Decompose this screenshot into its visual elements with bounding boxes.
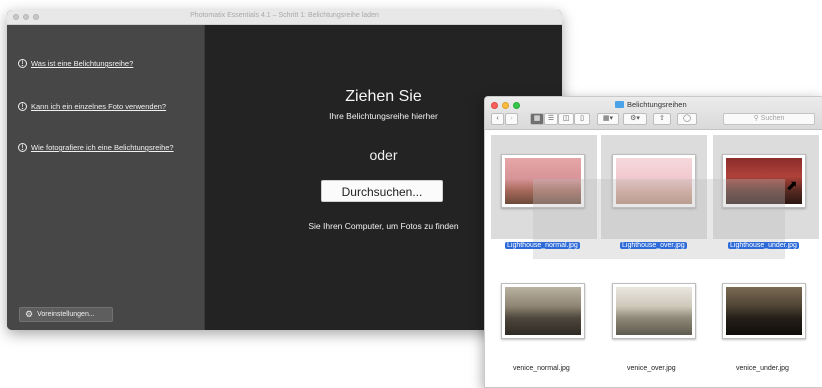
- venice-normal-image: [505, 287, 581, 335]
- photomatix-window: Photomatix Essentials 4.1 – Schritt 1: B…: [7, 10, 562, 330]
- folder-icon: [615, 101, 624, 108]
- help-link-what-is-bracket[interactable]: i Was ist eine Belichtungsreihe?: [18, 59, 133, 68]
- zoom-button[interactable]: [513, 102, 520, 109]
- finder-title: Belichtungsreihen: [615, 100, 687, 109]
- help-link-label: Kann ich ein einzelnes Foto verwenden?: [31, 102, 167, 111]
- coverflow-view-icon[interactable]: ▯: [574, 113, 590, 125]
- file-name[interactable]: Lighthouse_over.jpg: [620, 242, 687, 249]
- preferences-label: Voreinstellungen...: [37, 311, 95, 318]
- window-title: Photomatix Essentials 4.1 – Schritt 1: B…: [190, 12, 379, 19]
- gear-icon: ⚙: [25, 309, 34, 319]
- info-icon: i: [18, 102, 27, 111]
- search-icon: ⚲: [753, 115, 759, 122]
- help-link-label: Wie fotografiere ich eine Belichtungsrei…: [31, 143, 174, 152]
- mouse-cursor-icon: ⬈: [786, 177, 798, 193]
- minimize-button[interactable]: [502, 102, 509, 109]
- browse-button[interactable]: Durchsuchen...: [321, 180, 443, 202]
- list-view-icon[interactable]: ☰: [544, 113, 558, 125]
- icon-view-icon[interactable]: ▦: [530, 113, 544, 125]
- file-thumbnail[interactable]: [722, 283, 806, 339]
- help-link-single-photo[interactable]: i Kann ich ein einzelnes Foto verwenden?: [18, 102, 166, 111]
- tag-icon[interactable]: ◯: [677, 113, 697, 125]
- action-gear-icon[interactable]: ⚙▾: [623, 113, 647, 125]
- back-icon[interactable]: ‹: [491, 113, 504, 125]
- arrange-icon[interactable]: ▦▾: [597, 113, 619, 125]
- file-name[interactable]: venice_over.jpg: [627, 365, 676, 372]
- help-link-label: Was ist eine Belichtungsreihe?: [31, 59, 134, 68]
- preferences-button[interactable]: ⚙ Voreinstellungen...: [19, 307, 113, 322]
- search-input[interactable]: ⚲ Suchen: [723, 113, 815, 125]
- file-thumbnail[interactable]: [612, 283, 696, 339]
- finder-window: Belichtungsreihen ‹ › ▦ ☰ ◫ ▯ ▦▾ ⚙▾ ⇧ ◯ …: [484, 96, 822, 388]
- file-thumbnail[interactable]: [501, 283, 585, 339]
- forward-icon[interactable]: ›: [505, 113, 518, 125]
- close-button[interactable]: [491, 102, 498, 109]
- help-sidebar: i Was ist eine Belichtungsreihe? i Kann …: [7, 25, 205, 330]
- help-link-how-to-shoot[interactable]: i Wie fotografiere ich eine Belichtungsr…: [18, 143, 174, 152]
- info-icon: i: [18, 143, 27, 152]
- info-icon: i: [18, 59, 27, 68]
- file-name[interactable]: venice_normal.jpg: [513, 365, 570, 372]
- column-view-icon[interactable]: ◫: [558, 113, 574, 125]
- finder-toolbar: Belichtungsreihen ‹ › ▦ ☰ ◫ ▯ ▦▾ ⚙▾ ⇧ ◯ …: [485, 97, 822, 130]
- finder-title-label: Belichtungsreihen: [627, 100, 687, 109]
- photomatix-titlebar: Photomatix Essentials 4.1 – Schritt 1: B…: [7, 10, 562, 25]
- venice-under-image: [726, 287, 802, 335]
- window-controls: [491, 102, 520, 109]
- file-name[interactable]: Lighthouse_normal.jpg: [505, 242, 580, 249]
- file-name[interactable]: venice_under.jpg: [736, 365, 789, 372]
- search-placeholder: Suchen: [760, 115, 785, 122]
- file-name[interactable]: Lighthouse_under.jpg: [728, 242, 799, 249]
- share-icon[interactable]: ⇧: [653, 113, 671, 125]
- venice-over-image: [616, 287, 692, 335]
